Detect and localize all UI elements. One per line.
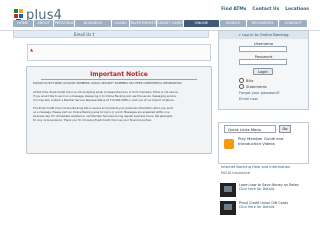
radio-bills[interactable]: Bills xyxy=(239,78,253,83)
promo-details-link[interactable]: Click here for Details xyxy=(239,187,274,191)
nav-tab-online[interactable]: ONLINE xyxy=(183,20,220,27)
radio-icon xyxy=(239,84,244,89)
promo-thumbnail xyxy=(220,201,236,215)
promo-item[interactable]: Plus4 Credit Union Gift Cards Click here … xyxy=(220,201,306,217)
member-videos-text: Play Member Guide and Introduction Video… xyxy=(238,136,284,146)
notice-paragraph: The Plus4 Credit Union Online Banking si… xyxy=(33,107,174,110)
login-button[interactable]: Login xyxy=(253,68,273,75)
nav-tab-business[interactable]: BUSINESS xyxy=(75,20,111,27)
quick-links-select[interactable]: Quick Links Menu xyxy=(224,125,276,133)
nav-tab-credit-cards[interactable]: CREDIT CARDS xyxy=(157,20,183,27)
notice-paragraph: us a message. Please visit our Online Ba… xyxy=(33,111,170,114)
important-notice-panel: Important Notice PLEASE DO NOT SEND ACCO… xyxy=(26,66,212,154)
quick-links-go-button[interactable]: Go xyxy=(279,125,291,133)
internet-banking-help-link[interactable]: Internet Banking Help and Information xyxy=(221,165,290,169)
promo-thumbnail xyxy=(220,183,236,197)
promo-details-link[interactable]: Click here for Details xyxy=(239,205,274,209)
notice-warning: PLEASE DO NOT SEND ACCOUNT NUMBERS, SOCI… xyxy=(33,82,183,85)
notice-paragraph: for any inconvenience. Thank you for cho… xyxy=(33,119,152,122)
top-link-contact-us[interactable]: Contact Us xyxy=(252,7,279,12)
page: plus4 Find ATMs Contact Us Locations HOM… xyxy=(0,0,320,240)
notice-paragraph: You may also contact a Member Service Re… xyxy=(33,99,175,102)
notice-paragraph: business day. For immediate assistance, … xyxy=(33,115,173,118)
notice-paragraph: At this time, Plus4 Credit Union is not … xyxy=(33,91,179,94)
nav-tab-contact[interactable]: CONTACT xyxy=(279,20,307,27)
main-nav: HOME ABOUT PERSONAL BUSINESS LOANS INVES… xyxy=(13,20,307,27)
username-input[interactable] xyxy=(239,46,287,52)
status-panel: ▲ xyxy=(27,44,211,61)
notice-title: Important Notice xyxy=(90,71,148,78)
nav-tab-investments[interactable]: INVESTMENTS xyxy=(130,20,157,27)
radio-bills-label: Bills xyxy=(246,78,254,83)
ncua-insurance-text: NCUA Insurance xyxy=(221,171,251,175)
login-heading: » Log in to Online Banking xyxy=(219,31,308,39)
top-link-find-atms[interactable]: Find ATMs xyxy=(221,7,246,12)
nav-tab-personal[interactable]: PERSONAL xyxy=(54,20,75,27)
notice-divider xyxy=(41,79,197,80)
nav-tab-resources[interactable]: RESOURCES xyxy=(246,20,279,27)
page-title-bar: Email Us ‡ xyxy=(13,30,209,38)
nav-tab-mobile[interactable]: MOBILE xyxy=(220,20,246,27)
radio-icon xyxy=(239,78,244,83)
top-links: Find ATMs Contact Us Locations xyxy=(221,7,309,12)
alert-icon: ▲ xyxy=(30,47,34,52)
login-box: » Log in to Online Banking Username Pass… xyxy=(218,30,309,110)
promo-item[interactable]: Learn how to Save Money on Rates Click he… xyxy=(220,183,306,199)
nav-tab-loans[interactable]: LOANS xyxy=(111,20,130,27)
notice-paragraph: If you would like to send us a message, … xyxy=(33,95,177,98)
nav-tab-about[interactable]: ABOUT xyxy=(33,20,54,27)
top-link-locations[interactable]: Locations xyxy=(285,7,309,12)
forgot-password-link[interactable]: Forgot your password? xyxy=(239,91,280,95)
nav-tab-home[interactable]: HOME xyxy=(13,20,33,27)
password-input[interactable] xyxy=(239,59,287,65)
site-header: plus4 Find ATMs Contact Us Locations HOM… xyxy=(0,0,320,31)
quick-links-box: Quick Links Menu Go Play Member Guide an… xyxy=(218,122,309,164)
radio-statements-label: Statements xyxy=(246,84,267,89)
radio-statements[interactable]: Statements xyxy=(239,84,267,89)
enroll-link[interactable]: Enroll now xyxy=(239,97,258,101)
video-icon xyxy=(224,139,234,149)
